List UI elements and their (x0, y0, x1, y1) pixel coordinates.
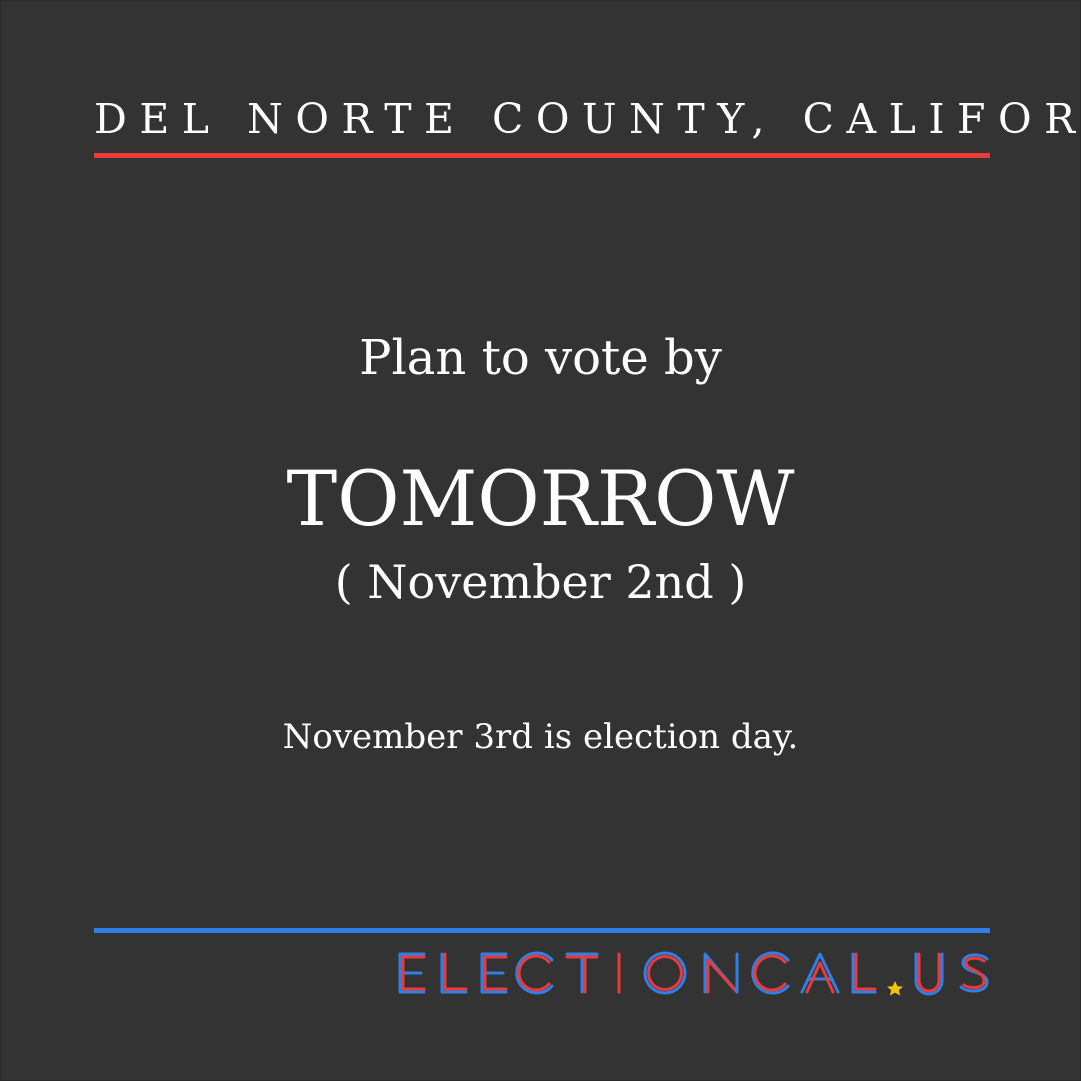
logo-letter-l1 (440, 952, 468, 994)
electioncal-logo (398, 951, 989, 996)
logo-letter-t (565, 952, 599, 994)
county-title: DEL NORTE COUNTY, CALIFORNIA (94, 95, 1081, 143)
logo-letter-u (914, 952, 944, 996)
plan-to-vote-text: Plan to vote by (359, 330, 722, 386)
logo-letter-o (643, 951, 687, 995)
logo-letter-e1 (398, 952, 426, 994)
logo-letter-a (800, 952, 840, 994)
star-icon (887, 981, 903, 996)
logo-letter-l2 (851, 952, 877, 994)
election-day-note: November 3rd is election day. (282, 717, 799, 757)
top-red-divider (94, 153, 990, 158)
logo-letter-c2 (751, 951, 790, 995)
logo-letter-n (703, 952, 739, 994)
logo-letter-c1 (515, 951, 554, 995)
election-reminder-card: DEL NORTE COUNTY, CALIFORNIA Plan to vot… (0, 0, 1081, 1081)
logo-letter-s (959, 953, 989, 993)
deadline-date: ( November 2nd ) (334, 555, 747, 609)
deadline-heading: TOMORROW (286, 454, 795, 543)
logo-letter-e2 (480, 952, 508, 994)
bottom-blue-divider (94, 928, 990, 933)
